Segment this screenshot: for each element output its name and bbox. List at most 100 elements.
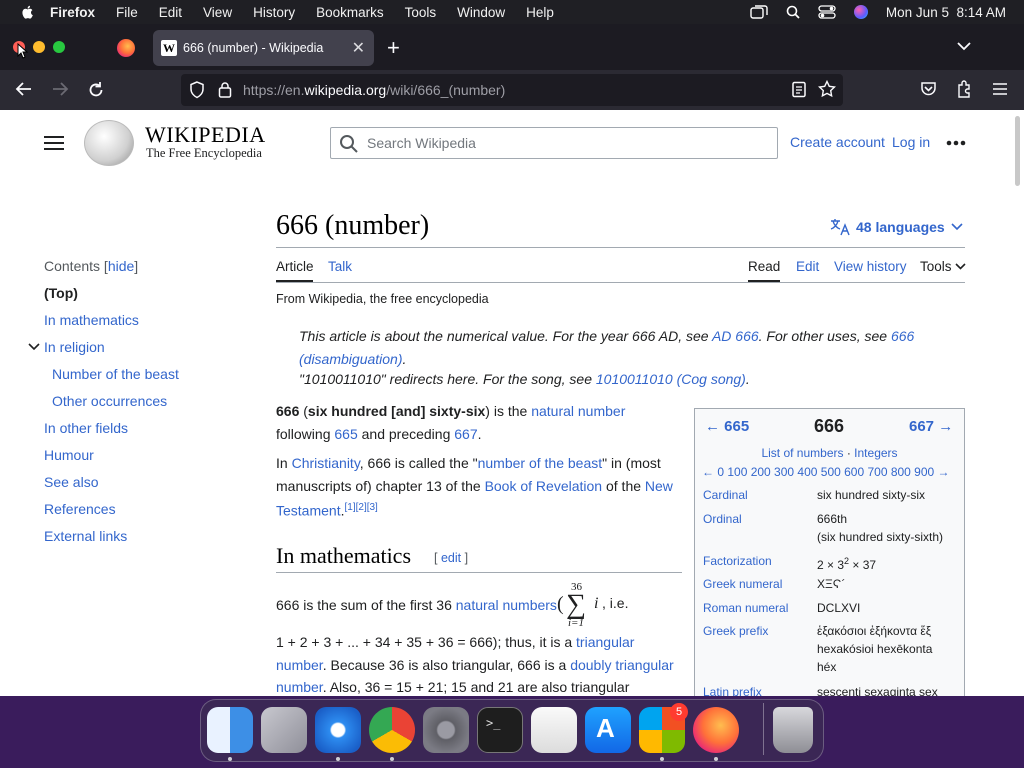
new-testament-link-2[interactable]: Testament: [276, 503, 341, 519]
label-latin-prefix[interactable]: Latin prefix: [703, 685, 762, 696]
label-cardinal[interactable]: Cardinal: [703, 488, 748, 502]
doubly-triangular-link[interactable]: doubly triangular: [570, 657, 674, 673]
new-testament-link[interactable]: New: [645, 478, 673, 494]
main-menu-hamburger-icon[interactable]: [44, 135, 64, 151]
tab-view-history[interactable]: View history: [834, 259, 907, 274]
toc-item-number-of-the-beast[interactable]: Number of the beast: [52, 366, 179, 382]
label-roman-numeral[interactable]: Roman numeral: [703, 601, 788, 615]
terminal-icon[interactable]: >_: [477, 707, 523, 753]
tab-article[interactable]: Article: [276, 259, 314, 274]
toc-item-humour[interactable]: Humour: [44, 447, 94, 463]
app-store-icon[interactable]: A: [585, 707, 631, 753]
toc-item-in-religion[interactable]: In religion: [44, 339, 105, 355]
app-menu-hamburger-icon[interactable]: [992, 82, 1008, 96]
667-link[interactable]: 667: [454, 426, 477, 442]
toc-item-external-links[interactable]: External links: [44, 528, 127, 544]
menu-file[interactable]: File: [116, 5, 138, 20]
ad-666-link[interactable]: AD 666: [712, 328, 759, 344]
tab-close-icon[interactable]: ✕: [352, 38, 365, 58]
menu-window[interactable]: Window: [457, 5, 505, 20]
page-scrollbar[interactable]: [1012, 110, 1024, 696]
finder-icon[interactable]: [207, 707, 253, 753]
tab-talk[interactable]: Talk: [328, 259, 352, 274]
tools-dropdown[interactable]: Tools: [920, 259, 966, 274]
safari-icon[interactable]: [315, 707, 361, 753]
toc-collapse-chevron-icon[interactable]: [28, 343, 40, 351]
create-account-link[interactable]: Create account: [790, 134, 885, 150]
infobox-scale-links[interactable]: ← 0 100 200 300 400 500 600 700 800 900 …: [702, 465, 950, 479]
infobox-prev-link[interactable]: ← 665: [705, 418, 749, 435]
control-center-icon[interactable]: [818, 5, 836, 19]
siri-icon[interactable]: [853, 5, 868, 19]
integers-link[interactable]: Integers: [854, 446, 897, 460]
triangular-number-link[interactable]: triangular: [576, 634, 634, 650]
trash-icon[interactable]: [773, 707, 813, 753]
number-of-the-beast-link[interactable]: number of the beast: [478, 455, 603, 471]
label-factorization[interactable]: Factorization: [703, 554, 772, 568]
window-minimize-button[interactable]: [33, 41, 45, 53]
list-of-numbers-link[interactable]: List of numbers: [761, 446, 843, 460]
pocket-icon[interactable]: [920, 81, 937, 97]
wikipedia-globe-logo-icon[interactable]: [84, 120, 134, 166]
menu-bookmarks[interactable]: Bookmarks: [316, 5, 384, 20]
666-disambiguation-link[interactable]: 666: [891, 328, 914, 344]
infobox-next-link[interactable]: 667 →: [909, 418, 953, 435]
wikipedia-wordmark[interactable]: WIKIPEDIA: [145, 122, 266, 148]
665-link[interactable]: 665: [334, 426, 357, 442]
menubar-clock[interactable]: Mon Jun 5 8:14 AM: [886, 5, 1006, 20]
forward-arrow-icon[interactable]: [51, 81, 69, 97]
menu-edit[interactable]: Edit: [159, 5, 182, 20]
firefox-dock-icon[interactable]: [693, 707, 739, 753]
chrome-icon[interactable]: [369, 707, 415, 753]
window-zoom-button[interactable]: [53, 41, 65, 53]
textedit-icon[interactable]: [531, 707, 577, 753]
extensions-puzzle-icon[interactable]: [956, 80, 973, 98]
book-of-revelation-link[interactable]: Book of Revelation: [485, 478, 603, 494]
reload-icon[interactable]: [87, 81, 105, 99]
menu-tools[interactable]: Tools: [405, 5, 437, 20]
menu-app-firefox[interactable]: Firefox: [50, 5, 95, 20]
reader-view-icon[interactable]: [791, 81, 807, 98]
label-greek-numeral[interactable]: Greek numeral: [703, 577, 782, 591]
triangular-number-link-2[interactable]: number: [276, 657, 323, 673]
launchpad-icon[interactable]: [261, 707, 307, 753]
toc-item-in-other-fields[interactable]: In other fields: [44, 420, 128, 436]
more-options-ellipsis-icon[interactable]: [946, 140, 966, 146]
tab-wikipedia[interactable]: W 666 (number) - Wikipedia ✕: [153, 30, 374, 66]
window-switcher-icon[interactable]: [750, 5, 768, 19]
toc-item-references[interactable]: References: [44, 501, 116, 517]
toc-hide-link[interactable]: hide: [108, 258, 134, 274]
label-ordinal[interactable]: Ordinal: [703, 512, 742, 526]
toc-item-in-mathematics[interactable]: In mathematics: [44, 312, 139, 328]
lock-icon[interactable]: [218, 81, 232, 98]
toc-item-see-also[interactable]: See also: [44, 474, 98, 490]
language-selector[interactable]: 48 languages: [830, 218, 963, 236]
toc-item-top[interactable]: (Top): [44, 285, 78, 301]
spotlight-search-icon[interactable]: [786, 5, 800, 19]
toc-item-other-occurrences[interactable]: Other occurrences: [52, 393, 167, 409]
menu-view[interactable]: View: [203, 5, 232, 20]
url-text[interactable]: https://en.wikipedia.org/wiki/666_(numbe…: [243, 82, 505, 98]
scrollbar-thumb[interactable]: [1015, 116, 1020, 186]
bookmark-star-icon[interactable]: [818, 80, 836, 98]
tracking-protection-shield-icon[interactable]: [189, 81, 205, 99]
cog-song-link[interactable]: 1010011010 (Cog song): [596, 371, 746, 387]
menu-history[interactable]: History: [253, 5, 295, 20]
firefox-view-icon[interactable]: [117, 39, 135, 57]
apple-icon[interactable]: [20, 4, 36, 20]
log-in-link[interactable]: Log in: [892, 134, 930, 150]
tab-edit[interactable]: Edit: [796, 259, 819, 274]
christianity-link[interactable]: Christianity: [292, 455, 360, 471]
new-tab-button[interactable]: +: [387, 35, 400, 61]
section-edit-link[interactable]: edit: [441, 551, 461, 565]
list-all-tabs-chevron-icon[interactable]: [956, 41, 972, 51]
natural-numbers-link[interactable]: natural numbers: [456, 597, 557, 613]
label-greek-prefix[interactable]: Greek prefix: [703, 624, 768, 638]
citation-refs[interactable]: [1][2][3]: [344, 502, 377, 513]
system-settings-gear-icon[interactable]: [423, 707, 469, 753]
menu-help[interactable]: Help: [526, 5, 554, 20]
search-box[interactable]: Search Wikipedia: [330, 127, 778, 159]
natural-number-link[interactable]: natural number: [531, 403, 625, 419]
tab-read[interactable]: Read: [748, 259, 780, 274]
doubly-triangular-link-2[interactable]: number: [276, 679, 323, 695]
